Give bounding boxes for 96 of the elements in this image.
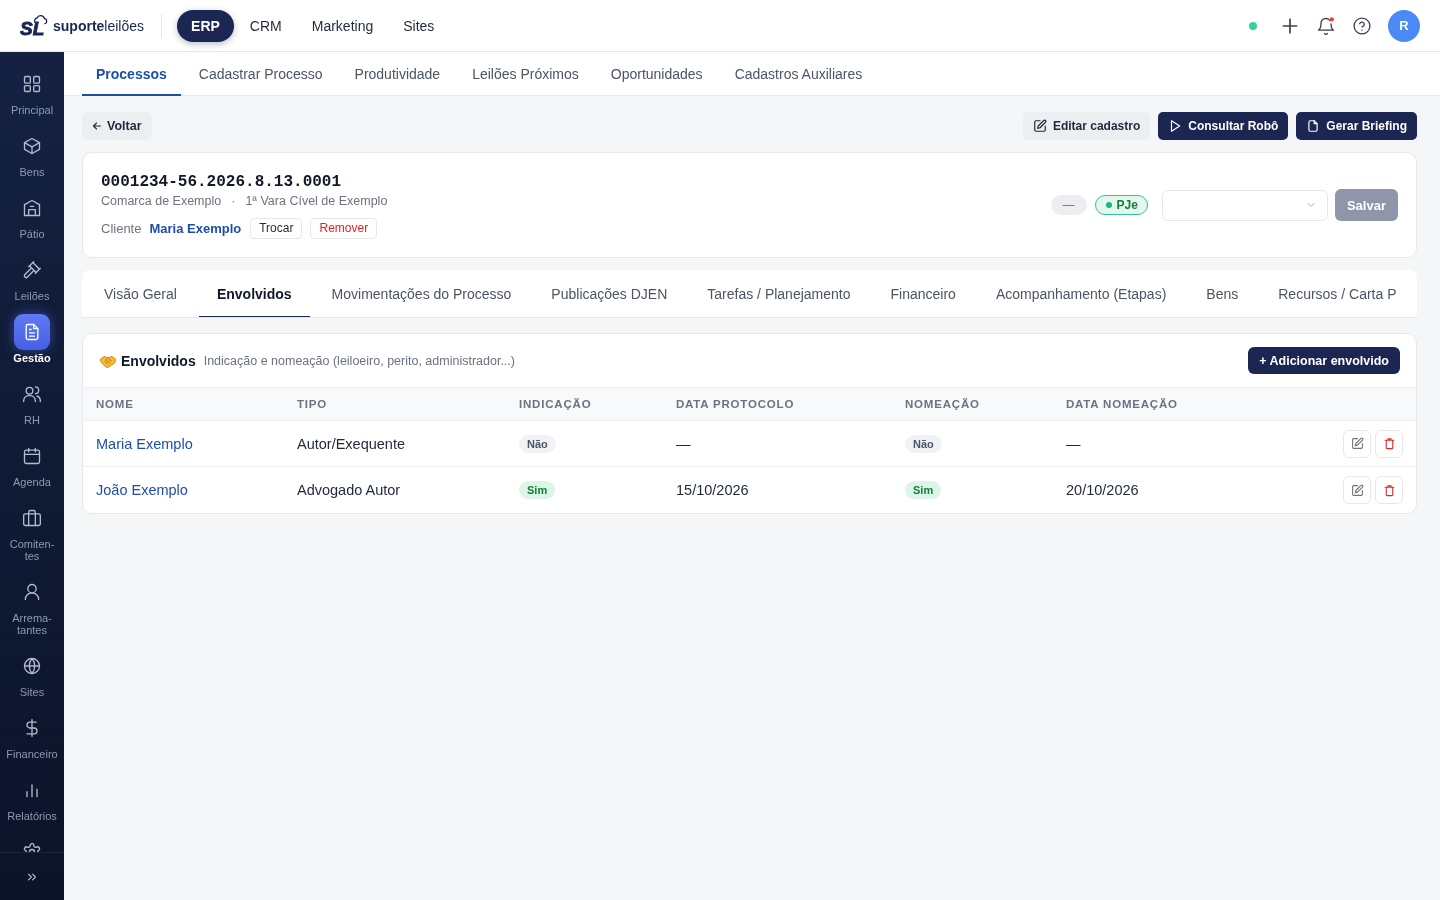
column-header: NOME — [95, 398, 135, 410]
handshake-icon — [99, 353, 117, 368]
person-link[interactable]: João Exemplo — [96, 482, 188, 498]
sidebar-item[interactable]: Agenda — [0, 432, 64, 494]
status-pill: Não — [905, 434, 942, 453]
calendar-icon — [22, 446, 42, 466]
system-pill: PJe — [1094, 195, 1148, 215]
client-action-button[interactable]: Remover — [310, 217, 378, 239]
content-tab[interactable]: Recursos / Carta P — [1260, 270, 1415, 317]
arrow-left-icon — [91, 120, 103, 132]
help-icon — [1352, 15, 1372, 36]
gear-icon[interactable] — [22, 842, 42, 852]
trash-icon — [1382, 483, 1396, 497]
module-tab[interactable]: Marketing — [297, 9, 388, 42]
sidebar-item[interactable]: Arrema-tantes — [0, 568, 64, 642]
content-tab[interactable]: Bens — [1188, 270, 1257, 317]
gavel-icon — [22, 260, 42, 280]
delete-button[interactable] — [1375, 476, 1403, 504]
status-pill: Sim — [905, 481, 942, 499]
toolbar-button[interactable]: Editar cadastro — [1022, 112, 1151, 140]
section-tab[interactable]: Oportunidades — [596, 52, 717, 96]
sidebar-item[interactable]: Leilões — [0, 246, 64, 308]
table-cell-text: 20/10/2026 — [1065, 482, 1140, 498]
content-tab[interactable]: Visão Geral — [86, 270, 195, 317]
status-pill: Não — [519, 434, 556, 453]
content-tab[interactable]: Publicações DJEN — [533, 270, 686, 317]
back-button[interactable]: Voltar — [82, 112, 152, 140]
meta-separator: · — [231, 192, 236, 209]
cube-icon — [22, 136, 42, 156]
section-tab[interactable]: Cadastrar Processo — [184, 52, 337, 96]
sidebar-item[interactable]: Comiten-tes — [0, 494, 64, 568]
table-cell-text: 15/10/2026 — [675, 482, 750, 498]
grid-icon — [22, 74, 42, 94]
edit-icon — [1032, 119, 1047, 133]
module-tab[interactable]: Sites — [389, 9, 449, 42]
edit-icon — [1350, 437, 1364, 450]
edit-button[interactable] — [1343, 429, 1371, 458]
content-tab[interactable]: Financeiro — [872, 270, 974, 317]
section-tab[interactable]: Processos — [82, 52, 181, 96]
table-cell-text: Advogado Autor — [296, 482, 402, 498]
module-tab[interactable]: CRM — [235, 9, 296, 42]
play-icon — [1168, 119, 1183, 133]
panel-subtitle: Indicação e nomeação (leiloeiro, perito, administrador...) — [203, 353, 515, 368]
section-tab[interactable]: Produtividade — [340, 52, 455, 96]
panel-title: Envolvidos — [121, 352, 196, 369]
sidebar-item[interactable]: Principal — [0, 60, 64, 122]
globe-icon — [22, 656, 42, 676]
edit-icon — [1350, 483, 1364, 497]
column-header: TIPO — [296, 398, 329, 410]
toolbar-button[interactable]: Gerar Briefing — [1296, 112, 1417, 140]
module-tab[interactable]: ERP — [177, 9, 234, 42]
document-icon — [1306, 119, 1321, 133]
process-number: 0001234-56.2026.8.13.0001 — [101, 171, 343, 192]
briefcase-icon — [22, 508, 42, 528]
client-link[interactable]: Maria Exemplo — [149, 220, 242, 236]
user-icon — [22, 582, 42, 602]
table-cell-text: Autor/Exequente — [296, 435, 407, 452]
column-header: DATA NOMEAÇÃO — [1065, 398, 1179, 410]
content-tab[interactable]: Movimentações do Processo — [313, 270, 530, 317]
edit-button[interactable] — [1343, 476, 1371, 504]
section-tab[interactable]: Cadastros Auxiliares — [720, 52, 877, 96]
delete-button[interactable] — [1375, 429, 1403, 458]
sidebar-item[interactable]: Bens — [0, 122, 64, 184]
users-icon — [22, 384, 42, 404]
vara-text: 1ª Vara Cível de Exemplo — [245, 192, 388, 209]
person-link[interactable]: Maria Exemplo — [96, 435, 193, 452]
sidebar-item[interactable]: RH — [0, 370, 64, 432]
content-tab[interactable]: Envolvidos — [198, 270, 310, 317]
content-tab[interactable]: Acompanhamento (Etapas) — [977, 270, 1185, 317]
sidebar-item[interactable]: Pátio — [0, 184, 64, 246]
bell-icon[interactable] — [1316, 15, 1336, 36]
document-icon — [14, 314, 50, 350]
comarca-text: Comarca de Exemplo — [101, 192, 222, 209]
section-tab[interactable]: Leilões Próximos — [458, 52, 593, 96]
table-cell-text: — — [675, 435, 692, 452]
brand-name: suporteleilões — [53, 17, 145, 34]
toolbar-button[interactable]: Consultar Robô — [1158, 112, 1289, 140]
sidebar-item[interactable]: Financeiro — [0, 704, 64, 766]
logo-mark: SL — [20, 13, 50, 38]
content-tab[interactable]: Tarefas / Planejamento — [689, 270, 869, 317]
sidebar-item[interactable]: Relatórios — [0, 766, 64, 828]
column-header: DATA PROTOCOLO — [675, 398, 796, 410]
client-action-button[interactable]: Trocar — [250, 217, 303, 239]
warehouse-icon — [22, 198, 42, 218]
status-dot-icon — [1105, 202, 1112, 208]
column-header: INDICAÇÃO — [518, 398, 593, 410]
sidebar-item[interactable]: Gestão — [0, 308, 64, 370]
add-involved-button[interactable]: + Adicionar envolvido — [1248, 347, 1400, 374]
trash-icon — [1382, 437, 1396, 450]
column-header: NOMEAÇÃO — [904, 398, 981, 410]
select-field[interactable] — [1161, 189, 1328, 221]
status-pill: Sim — [519, 481, 556, 499]
table-cell-text: — — [1065, 435, 1082, 452]
client-label: Cliente — [101, 220, 142, 236]
sidebar-item[interactable]: Sites — [0, 642, 64, 704]
status-pill: — — [1050, 195, 1087, 215]
